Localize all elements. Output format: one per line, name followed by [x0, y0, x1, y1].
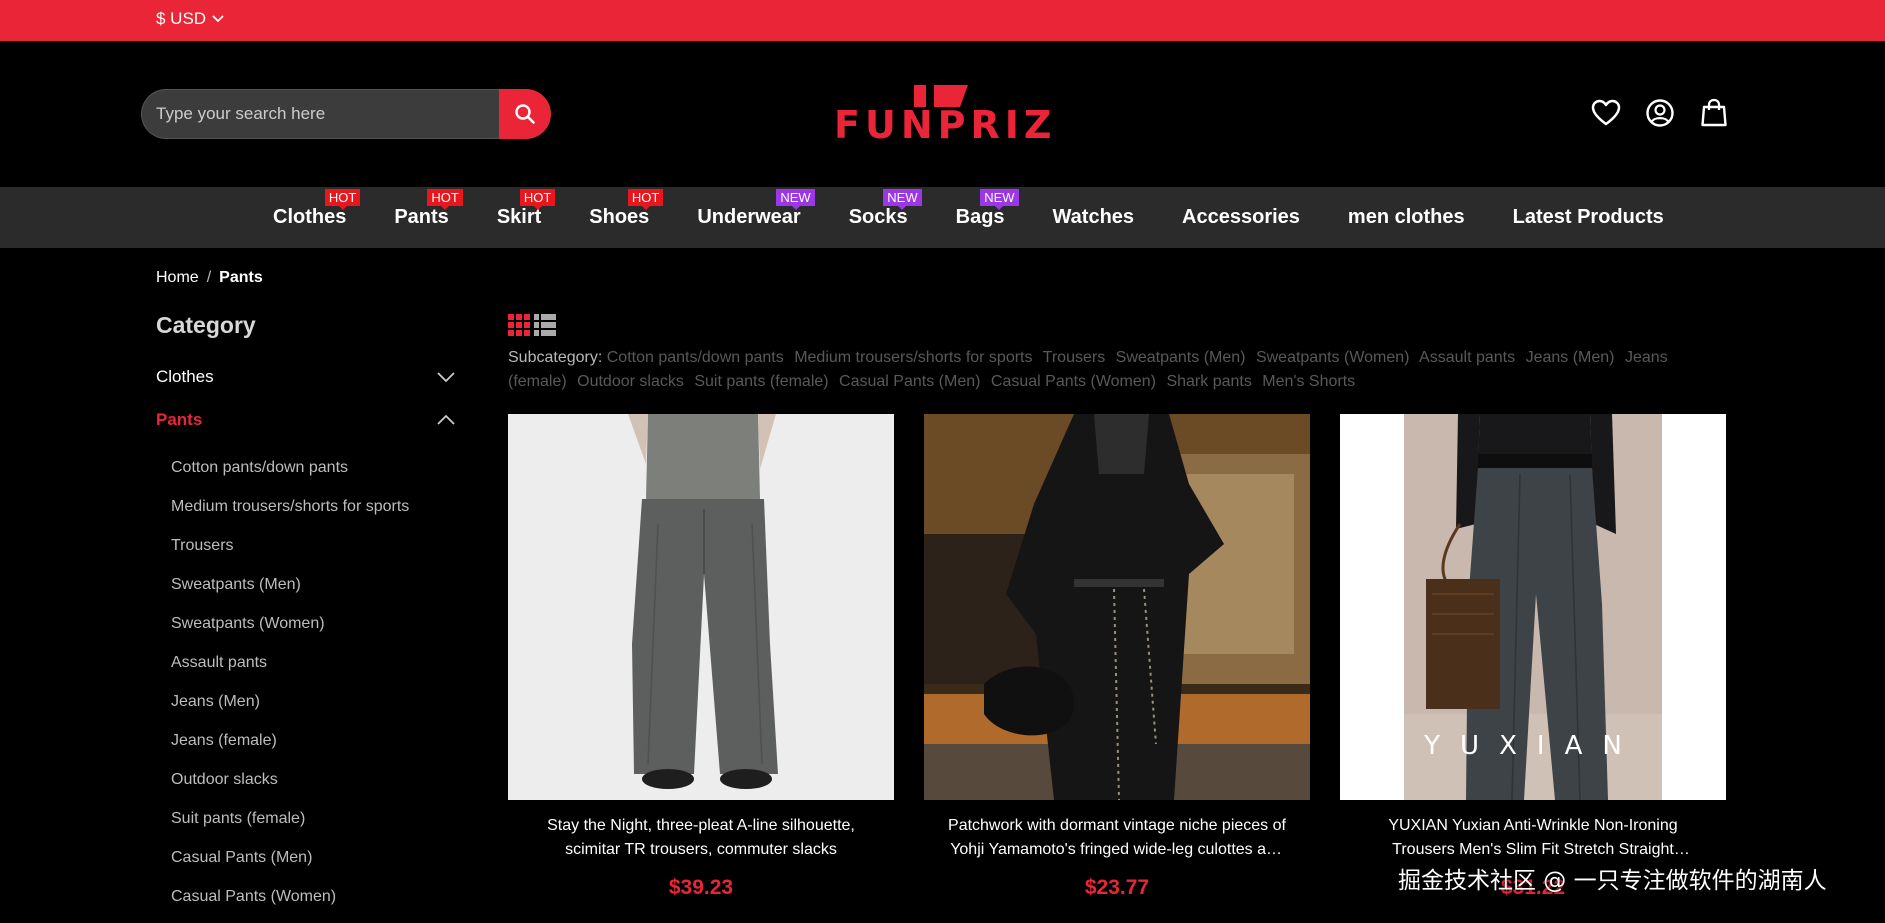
sidebar-subitem[interactable]: Jeans (female) — [171, 728, 409, 767]
user-icon — [1646, 99, 1674, 127]
heart-icon — [1591, 99, 1621, 126]
subcategory-tag[interactable]: Suit pants (female) — [694, 373, 828, 390]
hot-badge: HOT — [519, 189, 556, 210]
nav-item-socks[interactable]: Socks NEW — [825, 187, 932, 248]
cart-button[interactable] — [1698, 97, 1730, 129]
sidebar-subitem[interactable]: Medium trousers/shorts for sports — [171, 494, 409, 533]
logo-text: FUNPRIZ — [834, 103, 1057, 147]
breadcrumb-home-link[interactable]: Home — [156, 269, 199, 286]
sidebar-subitem[interactable]: Suit pants (female) — [171, 806, 409, 845]
category-pants[interactable]: Pants — [156, 410, 456, 430]
subcategory-filter: Subcategory: Cotton pants/down pants Med… — [508, 346, 1728, 394]
header-icons — [1590, 97, 1730, 129]
chevron-up-icon — [437, 414, 455, 425]
main-nav: Clothes HOT Pants HOT Skirt HOT Shoes HOT Un… — [0, 187, 1885, 248]
nav-item-latest-products[interactable]: Latest Products — [1489, 187, 1688, 248]
breadcrumb-current: Pants — [219, 269, 263, 286]
nav-item-underwear[interactable]: Underwear NEW — [673, 187, 824, 248]
subcategory-tag[interactable]: Outdoor slacks — [577, 373, 684, 390]
subcategory-tag[interactable]: Sweatpants (Women) — [1256, 349, 1410, 366]
subcategory-tag[interactable]: Medium trousers/shorts for sports — [794, 349, 1032, 366]
nav-item-watches[interactable]: Watches — [1029, 187, 1159, 248]
category-clothes[interactable]: Clothes — [156, 367, 456, 387]
subcategory-tag[interactable]: Jeans (Men) — [1526, 349, 1615, 366]
breadcrumb-separator: / — [206, 269, 212, 286]
nav-item-clothes[interactable]: Clothes HOT — [249, 187, 370, 248]
nav-item-accessories[interactable]: Accessories — [1158, 187, 1324, 248]
search-input[interactable] — [141, 89, 499, 139]
product-image[interactable] — [508, 414, 894, 800]
top-bar: $ USD — [0, 0, 1885, 41]
subcategory-label: Subcategory: — [508, 349, 603, 366]
product-price: $39.23 — [668, 876, 734, 899]
currency-selector[interactable]: $ USD — [156, 9, 225, 29]
sidebar-subitem[interactable]: Assault pants — [171, 650, 409, 689]
search-button[interactable] — [499, 89, 551, 139]
header: FUNPRIZ — [0, 41, 1885, 187]
sidebar-subitem[interactable]: Casual Pants (Women) — [171, 884, 409, 923]
chevron-down-icon — [437, 372, 455, 383]
logo[interactable]: FUNPRIZ — [834, 85, 1057, 147]
nav-item-pants[interactable]: Pants HOT — [370, 187, 472, 248]
nav-item-bags[interactable]: Bags NEW — [932, 187, 1029, 248]
sidebar-subitem[interactable]: Casual Pants (Men) — [171, 845, 409, 884]
subcategory-tag[interactable]: Shark pants — [1166, 373, 1251, 390]
watermark: 掘金技术社区 @ 一只专注做软件的湖南人 — [1398, 868, 1827, 894]
subcategory-tag[interactable]: Sweatpants (Men) — [1116, 349, 1246, 366]
breadcrumb: Home / Pants — [156, 269, 263, 287]
product-card[interactable]: YUXIAN YUXIAN Yuxian Anti-Wrinkle Non-Ir… — [1340, 414, 1726, 900]
view-toggle — [508, 314, 556, 336]
subcategory-tag[interactable]: Casual Pants (Women) — [991, 373, 1156, 390]
category-title: Category — [156, 312, 256, 338]
category-label: Pants — [156, 410, 203, 429]
wishlist-button[interactable] — [1590, 97, 1622, 129]
subcategory-tag[interactable]: Assault pants — [1419, 349, 1515, 366]
product-image[interactable] — [924, 414, 1310, 800]
product-card[interactable]: Stay the Night, three-pleat A-line silho… — [508, 414, 894, 900]
subcategory-tag[interactable]: Men's Shorts — [1262, 373, 1355, 390]
new-badge: NEW — [980, 189, 1019, 210]
new-badge: NEW — [883, 189, 922, 210]
account-button[interactable] — [1644, 97, 1676, 129]
product-image[interactable]: YUXIAN — [1340, 414, 1726, 800]
product-image-brand-text: YUXIAN — [1423, 731, 1642, 761]
subcategory-tag[interactable]: Trousers — [1043, 349, 1106, 366]
shopping-bag-icon — [1701, 98, 1727, 127]
list-view-icon[interactable] — [534, 314, 556, 336]
hot-badge: HOT — [627, 189, 664, 210]
nav-item-skirt[interactable]: Skirt HOT — [473, 187, 565, 248]
hot-badge: HOT — [324, 189, 361, 210]
nav-item-men-clothes[interactable]: men clothes — [1324, 187, 1489, 248]
product-name[interactable]: YUXIAN Yuxian Anti-Wrinkle Non-Ironing T… — [1340, 814, 1726, 862]
product-card[interactable]: Patchwork with dormant vintage niche pie… — [924, 414, 1310, 900]
sidebar-subitem[interactable]: Outdoor slacks — [171, 767, 409, 806]
chevron-down-icon — [212, 15, 224, 23]
subcategory-tag[interactable]: Casual Pants (Men) — [839, 373, 980, 390]
sidebar-subitem[interactable]: Cotton pants/down pants — [171, 455, 409, 494]
search-bar — [141, 89, 551, 139]
nav-item-shoes[interactable]: Shoes HOT — [565, 187, 673, 248]
product-grid: Stay the Night, three-pleat A-line silho… — [508, 414, 1726, 900]
search-icon — [515, 104, 535, 124]
sidebar-subitem[interactable]: Sweatpants (Women) — [171, 611, 409, 650]
nav-items: Clothes HOT Pants HOT Skirt HOT Shoes HOT Un… — [249, 187, 1688, 248]
subcategory-list: Cotton pants/down pants Medium trousers/… — [171, 455, 409, 923]
sidebar-subitem[interactable]: Jeans (Men) — [171, 689, 409, 728]
currency-label: $ USD — [156, 9, 207, 28]
product-name[interactable]: Patchwork with dormant vintage niche pie… — [924, 814, 1310, 862]
sidebar-subitem[interactable]: Sweatpants (Men) — [171, 572, 409, 611]
product-name[interactable]: Stay the Night, three-pleat A-line silho… — [508, 814, 894, 862]
hot-badge: HOT — [427, 189, 463, 210]
product-price: $23.77 — [1084, 876, 1150, 899]
new-badge: NEW — [776, 189, 815, 210]
sidebar-subitem[interactable]: Trousers — [171, 533, 409, 572]
grid-view-icon[interactable] — [508, 314, 530, 336]
category-label: Clothes — [156, 367, 214, 386]
subcategory-tag[interactable]: Cotton pants/down pants — [607, 349, 784, 366]
